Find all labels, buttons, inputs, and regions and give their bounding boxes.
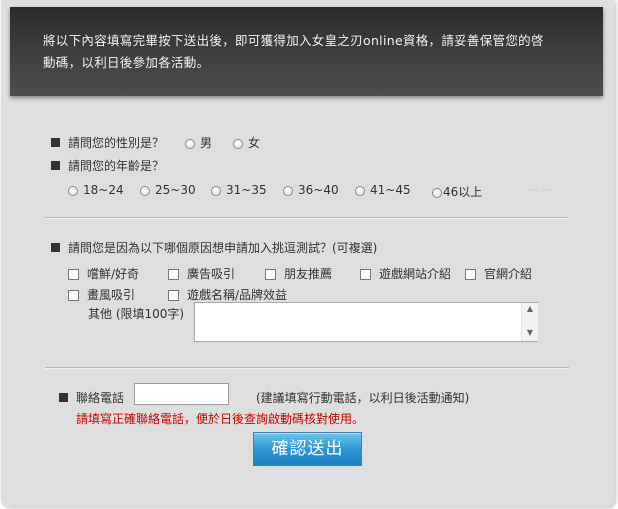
reason-option-label: 遊戲名稱/品牌效益 [187,288,288,302]
age-option-label: 31~35 [226,183,267,197]
checkbox[interactable] [68,269,79,280]
radio-button[interactable] [185,139,195,149]
gender-option-male[interactable]: 男 [185,134,212,151]
age-option-label: 46以上 [443,185,483,199]
other-reason-textarea[interactable] [194,302,538,342]
square-bullet-icon [51,161,60,170]
gender-option-label: 女 [248,136,261,150]
age-question: 請問您的年齡是？ [51,157,164,174]
reason-option-brand[interactable]: 遊戲名稱/品牌效益 [168,286,287,303]
reason-option-official-site[interactable]: 官網介紹 [465,265,532,282]
age-option-31-35[interactable]: 31~35 [211,183,267,197]
reason-option-label: 畫風吸引 [87,288,136,302]
intro-banner: 將以下內容填寫完畢按下送出後，即可獲得加入女皇之刃online資格，請妥善保管您… [10,7,603,96]
age-question-text: 請問您的年齡是？ [68,159,165,173]
gender-question-text: 請問您的性別是？ [68,136,165,150]
square-bullet-icon [51,138,60,147]
gender-option-label: 男 [200,136,213,150]
reason-option-label: 嚐鮮/好奇 [87,267,140,281]
scroll-up-arrow-icon[interactable]: ▲ [522,303,538,315]
age-option-46-plus[interactable]: 46以上 [432,183,482,200]
radio-button[interactable] [233,139,243,149]
reason-option-curious[interactable]: 嚐鮮/好奇 [68,265,139,282]
reason-question-text: 請問您是因為以下哪個原因想申請加入挑逗測試？(可複選) [68,241,378,255]
age-option-18-24[interactable]: 18~24 [68,183,124,197]
faint-decoration: — — [527,183,553,196]
checkbox[interactable] [465,269,476,280]
checkbox[interactable] [168,290,179,301]
age-option-label: 18~24 [83,183,124,197]
radio-button[interactable] [211,186,221,196]
age-option-36-40[interactable]: 36~40 [283,183,339,197]
checkbox[interactable] [68,290,79,301]
reason-option-friend[interactable]: 朋友推薦 [265,265,332,282]
gender-question: 請問您的性別是？ [51,134,164,151]
radio-button[interactable] [283,186,293,196]
checkbox[interactable] [360,269,371,280]
radio-button[interactable] [68,186,78,196]
gender-option-female[interactable]: 女 [233,134,260,151]
reason-option-label: 朋友推薦 [284,267,333,281]
age-option-41-45[interactable]: 41~45 [355,183,411,197]
radio-button[interactable] [432,188,442,198]
checkbox[interactable] [265,269,276,280]
section-divider [45,367,569,369]
textarea-scrollbar[interactable]: ▲ ▼ [521,303,538,341]
section-divider [45,217,569,219]
reason-option-label: 廣告吸引 [187,267,236,281]
submit-button[interactable]: 確認送出 [253,432,362,466]
reason-option-label: 遊戲網站介紹 [379,267,452,281]
intro-line-2: 動碼，以利日後參加各活動。 [43,55,210,70]
phone-label-text: 聯絡電話 [76,391,125,405]
reason-question: 請問您是因為以下哪個原因想申請加入挑逗測試？(可複選) [51,239,377,256]
phone-label: 聯絡電話 [59,389,124,406]
age-option-label: 25~30 [155,183,196,197]
reason-option-ads[interactable]: 廣告吸引 [168,265,235,282]
checkbox[interactable] [168,269,179,280]
intro-line-1: 將以下內容填寫完畢按下送出後，即可獲得加入女皇之刃online資格，請妥善保管您… [43,33,544,48]
phone-hint: (建議填寫行動電話，以利日後活動通知) [256,391,470,405]
phone-input[interactable] [134,383,229,405]
square-bullet-icon [51,243,60,252]
radio-button[interactable] [355,186,365,196]
phone-warning: 請填寫正確聯絡電話，便於日後查詢啟動碼核對使用。 [76,412,365,426]
age-option-25-30[interactable]: 25~30 [140,183,196,197]
other-reason-label: 其他 (限填100字) [88,307,185,321]
reason-option-label: 官網介紹 [484,267,533,281]
age-option-label: 41~45 [370,183,411,197]
scroll-down-arrow-icon[interactable]: ▼ [522,327,538,339]
radio-button[interactable] [140,186,150,196]
reason-option-game-site[interactable]: 遊戲網站介紹 [360,265,451,282]
square-bullet-icon [59,393,68,402]
reason-option-art-style[interactable]: 畫風吸引 [68,286,135,303]
age-option-label: 36~40 [298,183,339,197]
